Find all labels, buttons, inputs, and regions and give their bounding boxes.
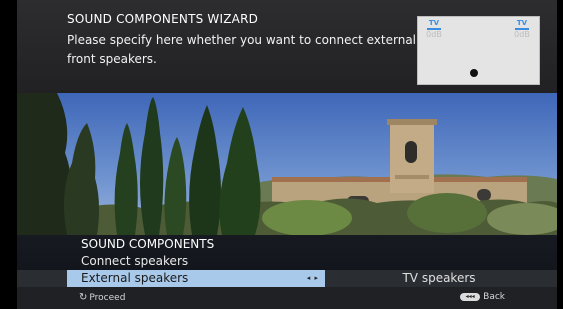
back-button-icon: ◂◂◂ bbox=[460, 293, 481, 301]
current-value: TV speakers bbox=[402, 271, 476, 285]
connect-speakers-row[interactable]: External speakers ◂ ▸ TV speakers bbox=[17, 270, 557, 287]
left-speaker: TV 0dB bbox=[422, 19, 446, 40]
listener-dot-icon bbox=[470, 69, 478, 77]
proceed-label: Proceed bbox=[89, 293, 126, 303]
refresh-icon: ↻ bbox=[79, 292, 88, 303]
left-right-arrows-icon[interactable]: ◂ ▸ bbox=[307, 274, 319, 282]
selected-option[interactable]: External speakers ◂ ▸ bbox=[67, 270, 325, 287]
sound-components-menu: SOUND COMPONENTS Connect speakers Extern… bbox=[17, 235, 557, 287]
wizard-description: Please specify here whether you want to … bbox=[67, 33, 417, 66]
left-speaker-level: 0dB bbox=[426, 30, 442, 39]
tv-speaker-icon: TV bbox=[422, 19, 446, 30]
right-speaker: TV 0dB bbox=[510, 19, 534, 40]
right-speaker-level: 0dB bbox=[514, 30, 530, 39]
wizard-title: SOUND COMPONENTS WIZARD bbox=[67, 12, 259, 26]
selected-option-label: External speakers bbox=[81, 271, 189, 285]
background-photo bbox=[17, 93, 557, 235]
footer-bar: ↻ Proceed ◂◂◂ Back bbox=[17, 287, 557, 309]
connect-speakers-label: Connect speakers bbox=[81, 254, 189, 268]
menu-heading: SOUND COMPONENTS bbox=[81, 237, 215, 251]
tv-menu-screen: SOUND COMPONENTS WIZARD Please specify h… bbox=[0, 0, 563, 309]
speaker-diagram: TV 0dB TV 0dB bbox=[417, 16, 540, 85]
back-hint[interactable]: ◂◂◂ Back bbox=[460, 292, 505, 302]
proceed-hint[interactable]: ↻ Proceed bbox=[79, 292, 125, 303]
tv-speaker-icon: TV bbox=[510, 19, 534, 30]
wizard-banner: SOUND COMPONENTS WIZARD Please specify h… bbox=[17, 0, 557, 93]
back-label: Back bbox=[483, 292, 505, 302]
